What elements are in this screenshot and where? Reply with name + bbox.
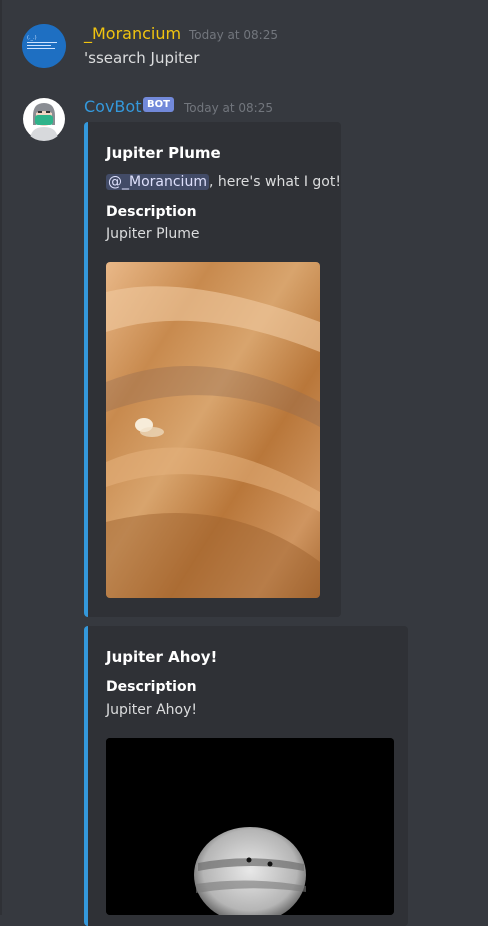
embed: Jupiter Ahoy! Description Jupiter Ahoy! <box>84 626 408 926</box>
field-value: Jupiter Plume <box>106 226 200 242</box>
embed: Jupiter Plume @_Morancium, here's what I… <box>84 122 341 617</box>
description-text: , here's what I got! <box>208 174 341 190</box>
jupiter-plume-image <box>106 262 320 598</box>
message-bot: CovBot BOT Today at 08:25 Jupiter Plume … <box>0 0 488 926</box>
jupiter-ahoy-image <box>106 738 394 915</box>
field-name: Description <box>106 679 197 695</box>
timestamp: Today at 08:25 <box>184 101 273 115</box>
avatar[interactable] <box>22 97 66 141</box>
bot-tag: BOT <box>143 97 174 112</box>
username[interactable]: CovBot <box>84 97 141 116</box>
embed-title[interactable]: Jupiter Ahoy! <box>106 648 217 666</box>
embed-description: @_Morancium, here's what I got! <box>106 174 341 190</box>
user-mention[interactable]: @_Morancium <box>106 174 209 190</box>
embed-image[interactable] <box>106 262 320 598</box>
embed-title[interactable]: Jupiter Plume <box>106 144 221 162</box>
field-value: Jupiter Ahoy! <box>106 702 197 718</box>
field-name: Description <box>106 204 197 220</box>
embed-image[interactable] <box>106 738 394 915</box>
bot-avatar-icon <box>23 98 65 141</box>
